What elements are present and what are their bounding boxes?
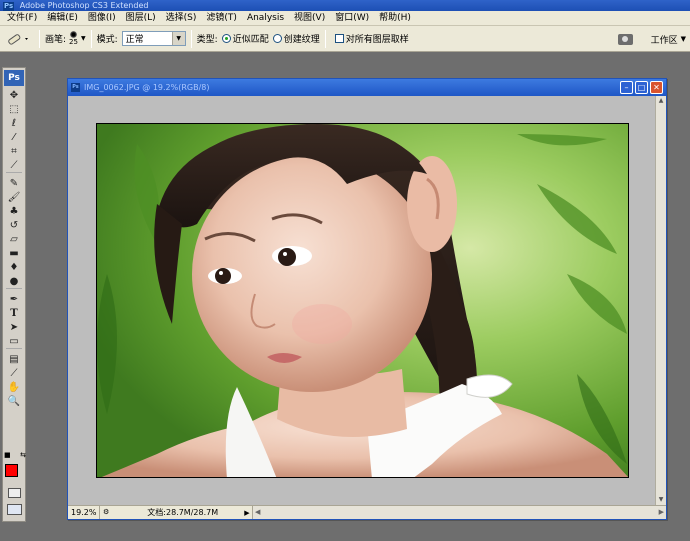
maximize-button[interactable]: □	[635, 81, 648, 94]
menu-analysis[interactable]: Analysis	[242, 11, 289, 26]
status-menu-arrow-icon[interactable]: ▶	[242, 509, 252, 517]
app-title-bar: Ps Adobe Photoshop CS3 Extended	[0, 0, 690, 11]
separator	[39, 29, 40, 48]
crop-icon[interactable]: ⌗	[3, 144, 25, 158]
type-icon[interactable]: T	[3, 306, 25, 320]
mode-label: 模式:	[96, 35, 118, 45]
mode-value: 正常	[125, 35, 144, 45]
move-icon[interactable]: ✥	[3, 88, 25, 102]
portrait-image	[97, 124, 628, 477]
separator	[324, 29, 326, 48]
chevron-down-icon: ▼	[171, 32, 185, 45]
menu-layer[interactable]: 图层(L)	[121, 11, 161, 26]
radio-create-texture[interactable]	[272, 34, 282, 43]
type-label: 类型:	[196, 35, 218, 45]
eyedropper-icon[interactable]: ⟋	[3, 366, 25, 380]
tool-preset-picker[interactable]	[2, 29, 34, 49]
vertical-scrollbar[interactable]: ▲ ▼	[655, 96, 666, 505]
swap-colors-icon[interactable]: ⇆	[20, 451, 26, 459]
horizontal-scrollbar[interactable]: ◀ ▶	[252, 506, 666, 519]
close-button[interactable]: ✕	[650, 81, 663, 94]
type-option-1-label: 近似匹配	[232, 35, 269, 45]
screen-mode-icon[interactable]	[7, 504, 22, 515]
clone-stamp-icon[interactable]: ♣	[3, 204, 25, 218]
menu-filter[interactable]: 滤镜(T)	[201, 11, 242, 26]
info-icon[interactable]: ⚙	[103, 506, 109, 519]
toolbox: Ps ✥ ⬚ ℓ ⁄ ⌗ ⟋ ✎ 🖌 ♣ ↺ ▱ ▬ ♦ ● ✒ T ➤ ▭ ▤…	[2, 67, 26, 522]
canvas-area[interactable]	[68, 96, 656, 505]
type-option-2-label: 创建纹理	[283, 35, 320, 45]
brush-size: 25	[69, 38, 78, 46]
lasso-icon[interactable]: ℓ	[3, 116, 25, 130]
scroll-right-icon[interactable]: ▶	[659, 506, 664, 519]
photoshop-doc-icon: Ps	[71, 83, 80, 92]
brush-label: 画笔:	[45, 35, 67, 45]
document-title-bar[interactable]: Ps IMG_0062.JPG @ 19.2%(RGB/8) – □ ✕	[68, 79, 666, 96]
scroll-down-icon[interactable]: ▼	[656, 495, 666, 505]
menu-window[interactable]: 窗口(W)	[330, 11, 374, 26]
dodge-icon[interactable]: ●	[3, 274, 25, 288]
ps-logo[interactable]: Ps	[4, 70, 24, 86]
hand-icon[interactable]: ✋	[3, 380, 25, 394]
blur-icon[interactable]: ♦	[3, 260, 25, 274]
scroll-up-icon[interactable]: ▲	[656, 96, 666, 106]
zoom-level-field[interactable]: 19.2%	[68, 506, 100, 519]
workspace-label: 工作区	[650, 35, 678, 46]
brush-picker[interactable]: 25	[69, 31, 78, 46]
quick-mask-icon[interactable]	[8, 488, 21, 498]
document-title: IMG_0062.JPG @ 19.2%(RGB/8)	[84, 83, 210, 92]
brush-tip-icon	[70, 31, 77, 38]
spot-healing-icon[interactable]: ✎	[3, 176, 25, 190]
menu-file[interactable]: 文件(F)	[2, 11, 42, 26]
sample-all-layers-checkbox[interactable]	[334, 34, 344, 43]
sample-all-layers-label: 对所有图层取样	[345, 35, 409, 45]
menu-select[interactable]: 选择(S)	[161, 11, 202, 26]
document-window: Ps IMG_0062.JPG @ 19.2%(RGB/8) – □ ✕ ▲ ▼…	[67, 78, 667, 520]
foreground-color-swatch[interactable]	[5, 464, 18, 477]
spot-healing-brush-icon	[8, 33, 28, 45]
default-colors-icon[interactable]: ■	[4, 451, 11, 459]
menu-help[interactable]: 帮助(H)	[374, 11, 416, 26]
menu-bar: 文件(F) 编辑(E) 图像(I) 图层(L) 选择(S) 滤镜(T) Anal…	[0, 11, 690, 26]
path-selection-icon[interactable]: ➤	[3, 320, 25, 334]
notes-icon[interactable]: ▤	[3, 352, 25, 366]
document-info: ⚙ 文档:28.7M/28.7M	[100, 506, 242, 519]
shape-icon[interactable]: ▭	[3, 334, 25, 348]
mode-select[interactable]: 正常 ▼	[121, 31, 186, 46]
zoom-icon[interactable]: 🔍	[3, 394, 25, 408]
chevron-down-icon[interactable]: ▼	[81, 35, 86, 42]
separator	[90, 29, 92, 48]
history-brush-icon[interactable]: ↺	[3, 218, 25, 232]
app-title: Adobe Photoshop CS3 Extended	[19, 1, 149, 10]
marquee-icon[interactable]: ⬚	[3, 102, 25, 116]
workspace-button[interactable]: 工作区 ▼	[617, 30, 686, 48]
menu-image[interactable]: 图像(I)	[83, 11, 121, 26]
document-status-bar: 19.2% ⚙ 文档:28.7M/28.7M ▶ ◀ ▶	[68, 505, 666, 519]
radio-proximity-match[interactable]	[221, 34, 231, 43]
magic-wand-icon[interactable]: ⁄	[3, 130, 25, 144]
brush-icon[interactable]: 🖌	[3, 190, 25, 204]
document-size-info: 文档:28.7M/28.7M	[147, 508, 219, 517]
menu-view[interactable]: 视图(V)	[289, 11, 330, 26]
camera-icon[interactable]	[617, 33, 633, 45]
scroll-left-icon[interactable]: ◀	[255, 506, 260, 519]
pen-icon[interactable]: ✒	[3, 292, 25, 306]
chevron-down-icon: ▼	[680, 35, 686, 43]
options-bar: 画笔: 25 ▼ 模式: 正常 ▼ 类型: 近似匹配 创建纹理 对所有图层取样 …	[0, 26, 690, 52]
eraser-icon[interactable]: ▱	[3, 232, 25, 246]
slice-icon[interactable]: ⟋	[3, 158, 25, 172]
minimize-button[interactable]: –	[620, 81, 633, 94]
photo-canvas[interactable]	[96, 123, 629, 478]
separator	[190, 29, 192, 48]
menu-edit[interactable]: 编辑(E)	[42, 11, 83, 26]
gradient-icon[interactable]: ▬	[3, 246, 25, 260]
